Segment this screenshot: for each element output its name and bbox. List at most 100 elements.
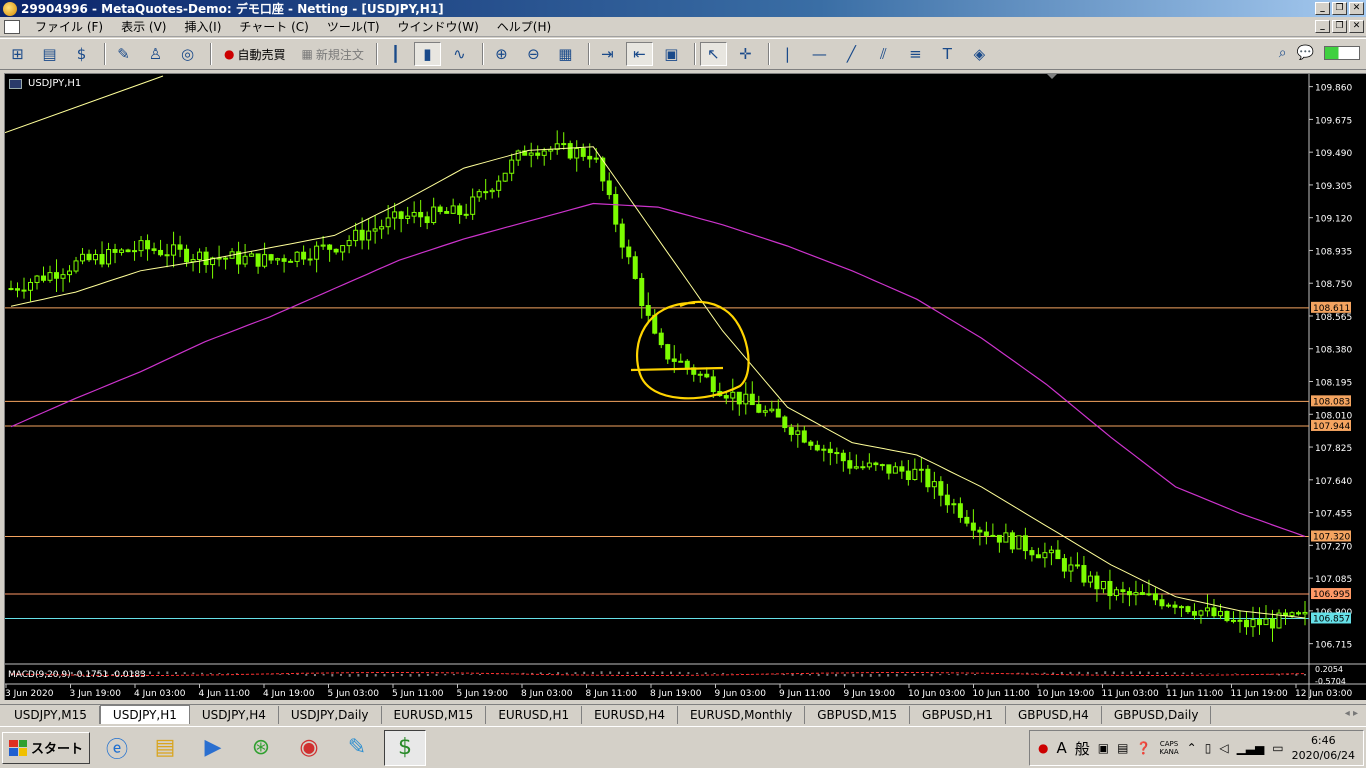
price-tick-label: 106.715 (1315, 641, 1352, 651)
candle-body (1016, 535, 1022, 550)
equidistant-channel-icon[interactable]: ⫽ (870, 42, 897, 66)
auto-scroll-icon[interactable]: ⇥ (594, 42, 621, 66)
indicators-icon[interactable]: ▣ (658, 42, 685, 66)
candle-body (736, 391, 742, 405)
menu-help[interactable]: ヘルプ(H) (488, 18, 560, 35)
text-icon[interactable]: T (934, 42, 961, 66)
candle-body (184, 248, 190, 263)
signal-icon[interactable]: ◎ (174, 42, 201, 66)
metatrader-icon[interactable]: $ (384, 729, 427, 766)
minimize-button[interactable]: _ (1315, 2, 1330, 15)
new-chart-icon[interactable]: ⊞ (4, 42, 31, 66)
explorer-icon[interactable]: ▤ (144, 730, 186, 766)
macd-scale-top: 0.2054 (1315, 665, 1343, 674)
restore-button[interactable]: ❐ (1332, 2, 1347, 15)
zoom-out-icon[interactable]: ⊖ (520, 42, 547, 66)
candle-body (996, 534, 1002, 543)
tab-scroll-arrows[interactable]: ◂ ▸ (1345, 708, 1358, 719)
chart-shift-icon[interactable]: ⇤ (625, 42, 653, 66)
candle-body (678, 360, 684, 363)
network-icon[interactable]: ⊛ (240, 730, 282, 766)
tab-eurusd-m15[interactable]: EURUSD,M15 (382, 706, 487, 724)
ime-pad-icon[interactable]: ▣ (1098, 741, 1109, 755)
vertical-line-icon[interactable]: | (774, 42, 801, 66)
profiles-icon[interactable]: ▤ (36, 42, 63, 66)
media-player-icon[interactable]: ▶ (192, 730, 234, 766)
clock[interactable]: 6:46 2020/06/24 (1292, 733, 1355, 763)
new-order-button[interactable]: ▦ 新規注文 (294, 42, 372, 66)
auto-trade-button[interactable]: ● 自動売買 (216, 42, 294, 66)
chart-window[interactable]: 109.860 109.675 109.490 109.305 109.120 108.9… (4, 73, 1366, 701)
candle-body (912, 468, 918, 481)
document-icon[interactable] (4, 19, 20, 34)
candle-body (450, 205, 456, 214)
ime-mode[interactable]: 般 (1075, 738, 1090, 759)
terminal-icon[interactable]: ♙ (142, 42, 169, 66)
ime-toggle-icon[interactable]: ● (1038, 741, 1048, 755)
close-button[interactable]: ✕ (1349, 2, 1364, 15)
candle-body (613, 194, 619, 225)
search-icon[interactable]: ⌕ (1279, 45, 1287, 61)
tab-usdjpy-h1[interactable]: USDJPY,H1 (99, 705, 190, 724)
action-center-icon[interactable]: ▭ (1272, 741, 1283, 755)
volume-icon[interactable]: ◁ (1219, 741, 1228, 755)
macd-signal-line (10, 672, 1306, 676)
tab-gbpusd-m15[interactable]: GBPUSD,M15 (805, 706, 911, 724)
price-chart[interactable]: 109.860 109.675 109.490 109.305 109.120 108.9… (5, 74, 1366, 701)
price-tick-label: 108.565 (1315, 313, 1352, 323)
menu-insert[interactable]: 挿入(I) (175, 18, 230, 35)
time-tick-label: 9 Jun 03:00 (715, 689, 767, 699)
start-button[interactable]: スタート (2, 731, 91, 764)
menu-file[interactable]: ファイル (F) (26, 18, 112, 35)
fibonacci-icon[interactable]: ≡ (902, 42, 929, 66)
menu-chart[interactable]: チャート (C) (230, 18, 317, 35)
child-close-button[interactable]: ✕ (1349, 20, 1364, 33)
paint-icon[interactable]: ✎ (336, 730, 378, 766)
market-watch-icon[interactable]: $ (68, 42, 95, 66)
tab-usdjpy-h4[interactable]: USDJPY,H4 (190, 706, 279, 724)
menu-view[interactable]: 表示 (V) (112, 18, 175, 35)
line-chart-icon[interactable]: ∿ (446, 42, 473, 66)
cursor-icon[interactable]: ↖ (699, 42, 727, 66)
candle-body (106, 249, 112, 265)
candle-body (1172, 604, 1178, 608)
menu-window[interactable]: ウインドウ(W) (389, 18, 488, 35)
candle-body (255, 253, 261, 267)
battery-icon[interactable]: ▯ (1205, 741, 1212, 755)
tab-gbpusd-h1[interactable]: GBPUSD,H1 (910, 706, 1006, 724)
trendline-icon[interactable]: ╱ (838, 42, 865, 66)
signal-strength-icon[interactable]: ▁▃▅ (1237, 741, 1265, 755)
ie-icon[interactable]: ⓔ (96, 730, 138, 766)
tab-usdjpy-daily[interactable]: USDJPY,Daily (279, 706, 382, 724)
candle-body (990, 534, 996, 537)
tab-eurusd-h1[interactable]: EURUSD,H1 (486, 706, 583, 724)
child-restore-button[interactable]: ❐ (1332, 20, 1347, 33)
crosshair-icon[interactable]: ✛ (732, 42, 759, 66)
candle-body (379, 226, 385, 230)
zoom-in-icon[interactable]: ⊕ (488, 42, 515, 66)
horizontal-line-icon[interactable]: — (806, 42, 833, 66)
chat-icon[interactable]: 💬 (1297, 45, 1314, 61)
ime-tool-icon[interactable]: ▤ (1117, 741, 1128, 755)
candlestick-icon[interactable]: ▮ (413, 42, 441, 66)
help-icon[interactable]: ❓ (1136, 741, 1151, 755)
bar-chart-icon[interactable]: ┃ (382, 42, 409, 66)
menu-tools[interactable]: ツール(T) (318, 18, 389, 35)
tab-gbpusd-daily[interactable]: GBPUSD,Daily (1102, 706, 1212, 724)
tab-eurusd-h4[interactable]: EURUSD,H4 (582, 706, 678, 724)
tab-gbpusd-h4[interactable]: GBPUSD,H4 (1006, 706, 1102, 724)
candle-body (788, 427, 794, 435)
tile-windows-icon[interactable]: ▦ (552, 42, 579, 66)
candle-body (1081, 565, 1087, 583)
candle-body (821, 448, 827, 451)
price-badge-label: 108.083 (1313, 397, 1350, 407)
chrome-icon[interactable]: ◉ (288, 730, 330, 766)
child-minimize-button[interactable]: _ (1315, 20, 1330, 33)
candle-body (1035, 554, 1041, 559)
navigator-icon[interactable]: ✎ (110, 42, 137, 66)
shapes-icon[interactable]: ◈ (966, 42, 993, 66)
tab-usdjpy-m15[interactable]: USDJPY,M15 (2, 706, 100, 724)
tray-expand-icon[interactable]: ⌃ (1187, 741, 1197, 755)
tab-eurusd-monthly[interactable]: EURUSD,Monthly (678, 706, 806, 724)
ime-a[interactable]: A (1056, 739, 1066, 757)
